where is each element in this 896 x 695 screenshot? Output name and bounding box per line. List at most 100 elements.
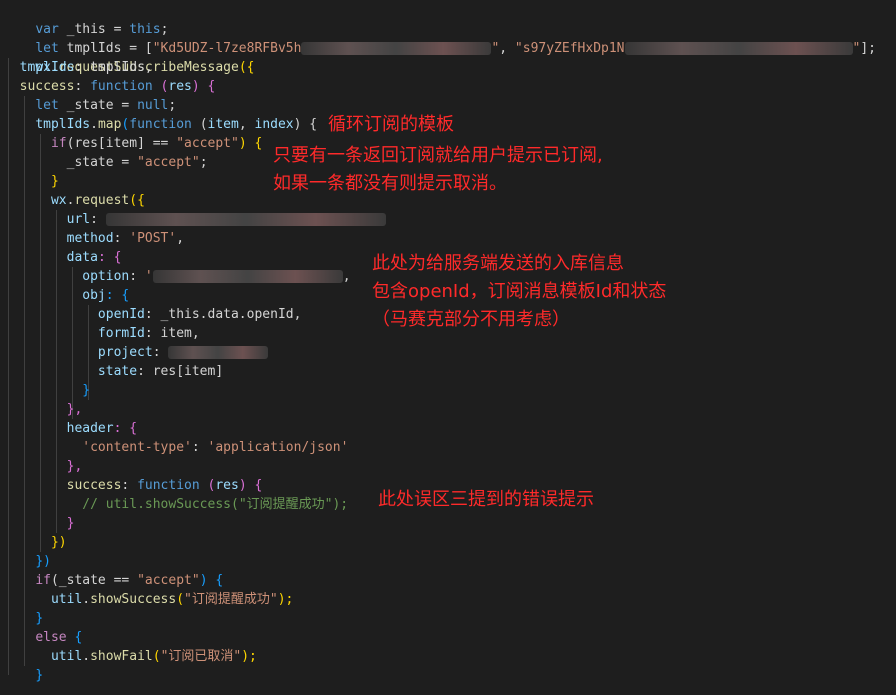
code-line-28: } (4, 514, 75, 533)
code-line-21: } (4, 381, 90, 400)
code-line-14: data: { (4, 248, 122, 267)
token: showFail (90, 649, 153, 664)
code-line-17: openId: _this.data.openId, (4, 305, 302, 324)
code-line-19: project: (4, 343, 269, 362)
token: (_state == (50, 573, 138, 588)
code-line-34: else { (4, 628, 82, 647)
token: if (35, 573, 51, 588)
code-line-11: wx.request({ (4, 191, 145, 210)
token: ]; (860, 41, 876, 56)
code-line-20: state: res[item] (4, 362, 223, 381)
token: "accept" (137, 155, 200, 170)
code-line-26: success: function (res) { (4, 476, 263, 495)
token: }) (35, 554, 51, 569)
redacted-mosaic (152, 270, 343, 283)
token: function (129, 117, 192, 132)
code-line-15: option: ', (4, 267, 351, 286)
token: : { (113, 421, 138, 436)
token: . (90, 117, 98, 132)
token: , (499, 41, 515, 56)
token: : _this.data.openId, (144, 307, 302, 322)
token: _state = (66, 155, 138, 170)
token: tmplIds (35, 117, 91, 132)
code-line-12: url: (4, 210, 386, 229)
token: ( (176, 592, 185, 607)
code-line-22: }, (4, 400, 83, 419)
token: ( (152, 649, 161, 664)
token: (res[item] == (66, 136, 177, 151)
token: : { (105, 288, 130, 303)
token: , (176, 231, 185, 246)
code-line-33: } (4, 609, 43, 628)
token: option (82, 269, 130, 284)
token: ; (199, 155, 208, 170)
token: : (121, 478, 138, 493)
token: _state = (58, 98, 138, 113)
token: obj (82, 288, 106, 303)
token: request (74, 193, 130, 208)
token: method (66, 231, 114, 246)
token: success (66, 478, 122, 493)
code-line-29: }) (4, 533, 67, 552)
token: // util.showSuccess("订阅提醒成功"); (82, 497, 349, 512)
code-line-25: }, (4, 457, 83, 476)
token: map (97, 117, 122, 132)
token: : (129, 269, 145, 284)
code-line-1: var _this = this; (4, 1, 168, 37)
code-line-16: obj: { (4, 286, 129, 305)
token: : (90, 212, 106, 227)
token: : { (97, 250, 122, 265)
token: ); (277, 592, 294, 607)
token: , (342, 269, 351, 284)
token: ) { (238, 478, 263, 493)
token: success (19, 79, 75, 94)
token: "订阅提醒成功" (184, 592, 278, 607)
token: null (137, 98, 169, 113)
token: }) (50, 535, 67, 550)
token: header (66, 421, 114, 436)
token: "accept" (176, 136, 239, 151)
token: }, (66, 402, 83, 417)
token: ' (144, 269, 153, 284)
annotation-server-info-1: 此处为给服务端发送的入库信息 (372, 253, 624, 274)
token: "s97yZEfHxDp1N (514, 41, 625, 56)
token: : (191, 440, 208, 455)
token: ) { (199, 573, 224, 588)
token: res (168, 79, 192, 94)
token: 'content-type' (82, 440, 192, 455)
token: . (82, 649, 91, 664)
token: } (50, 174, 59, 189)
redacted-mosaic (168, 346, 269, 359)
code-line-23: header: { (4, 419, 137, 438)
token: ( (191, 117, 208, 132)
token: : (113, 231, 130, 246)
code-line-36: } (4, 666, 43, 685)
annotation-subscribe-hint-2: 如果一条都没有则提示取消。 (273, 173, 507, 194)
token: } (35, 611, 44, 626)
token: } (35, 668, 44, 683)
code-line-7: tmplIds.map(function (item, index) { (4, 115, 317, 134)
redacted-mosaic (301, 42, 492, 55)
code-line-27: // util.showSuccess("订阅提醒成功"); (4, 495, 348, 514)
token: ({ (238, 60, 255, 75)
token: function (137, 478, 200, 493)
token: : res[item] (137, 364, 224, 379)
annotation-server-info-2: 包含openId，订阅消息模板Id和状态 (372, 281, 667, 302)
token: function (90, 79, 153, 94)
token: ( (152, 79, 169, 94)
token: { (66, 630, 83, 645)
token: util (50, 592, 83, 607)
code-line-4: tmplIds: tmplIds, (4, 58, 153, 77)
code-line-35: util.showFail("订阅已取消"); (4, 647, 257, 666)
code-line-13: method: 'POST', (4, 229, 184, 248)
code-line-10: } (4, 172, 59, 191)
annotation-loop-template: 循环订阅的模板 (328, 114, 454, 135)
code-line-31: if(_state == "accept") { (4, 571, 223, 590)
token: }, (66, 459, 83, 474)
token: if (50, 136, 67, 151)
code-editor[interactable]: var _this = this; let tmplIds = ["Kd5UDZ… (0, 0, 896, 695)
redacted-mosaic (105, 213, 386, 226)
token: formId (97, 326, 145, 341)
code-line-3: wx.requestSubscribeMessage({ (4, 39, 254, 75)
code-line-18: formId: item, (4, 324, 200, 343)
